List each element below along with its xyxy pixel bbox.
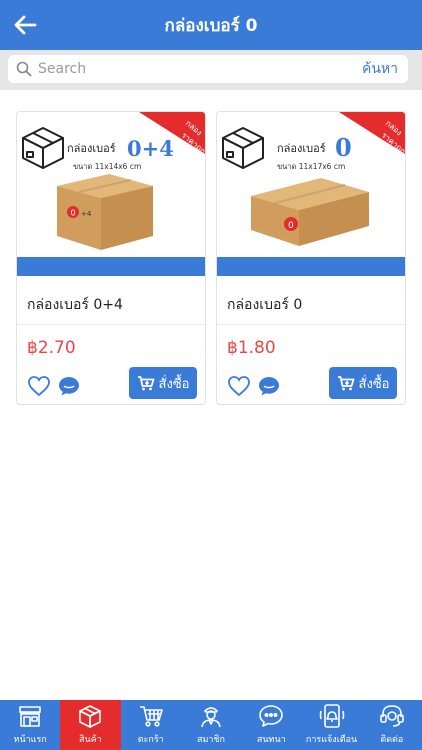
nav-label: ตะกร้า — [137, 735, 164, 745]
product-card[interactable]: กล่อง ราคาถูก กล่องเบอร์ 0+4 ขนาด 11x14x… — [16, 111, 206, 405]
cart-plus-icon — [337, 376, 354, 391]
product-image[interactable]: กล่อง ราคาถูก กล่องเบอร์ 0+4 ขนาด 11x14x… — [17, 112, 205, 257]
order-button-label: สั่งซื้อ — [358, 376, 390, 392]
nav-label: ติดต่อ — [380, 735, 404, 745]
image-strip — [17, 257, 205, 276]
chat-button[interactable] — [257, 374, 281, 398]
chat-icon — [258, 703, 284, 729]
heart-icon — [28, 376, 50, 397]
product-name[interactable]: กล่องเบอร์ 0 — [227, 294, 302, 316]
image-size-text: ขนาด 11x17x6 cm — [277, 162, 345, 171]
search-icon — [16, 61, 32, 77]
nav-label: สนทนา — [256, 735, 286, 745]
product-image[interactable]: กล่อง ราคาถูก กล่องเบอร์ 0 ขนาด 11x17x6 … — [217, 112, 405, 257]
image-strip — [217, 257, 405, 276]
nav-contact[interactable]: ติดต่อ — [362, 700, 422, 750]
app-header: กล่องเบอร์ 0 — [0, 0, 422, 50]
image-brand-text: กล่องเบอร์ — [277, 142, 326, 155]
nav-label: สมาชิก — [196, 735, 225, 745]
chat-bubble-icon — [59, 377, 79, 396]
box-outline-icon — [222, 127, 264, 169]
cardboard-box-image — [251, 178, 369, 246]
nav-cart[interactable]: ตะกร้า — [121, 700, 181, 750]
image-box-number: 0+4 — [127, 136, 174, 161]
nav-home[interactable]: หน้าแรก — [0, 700, 60, 750]
storefront-icon — [17, 703, 43, 729]
member-icon — [198, 703, 224, 729]
order-button-label: สั่งซื้อ — [158, 376, 190, 392]
search-button[interactable]: ค้นหา — [362, 58, 398, 80]
favorite-button[interactable] — [227, 375, 251, 397]
cart-plus-icon — [137, 376, 154, 391]
notification-icon — [319, 703, 345, 729]
back-button[interactable] — [8, 9, 42, 41]
order-button[interactable]: สั่งซื้อ — [329, 367, 397, 399]
box-outline-icon — [22, 127, 64, 169]
product-card[interactable]: กล่อง ราคาถูก กล่องเบอร์ 0 ขนาด 11x17x6 … — [216, 111, 406, 405]
divider — [17, 324, 205, 325]
product-name[interactable]: กล่องเบอร์ 0+4 — [27, 294, 123, 316]
bottom-nav: หน้าแรก สินค้า ตะกร้า สมาชิก สนทนา การแจ… — [0, 700, 422, 750]
box-label-number: 0 — [288, 221, 294, 231]
box-label-number: 0 — [71, 209, 76, 218]
nav-label: สินค้า — [79, 735, 102, 745]
image-size-text: ขนาด 11x14x6 cm — [73, 162, 141, 171]
favorite-button[interactable] — [27, 375, 51, 397]
divider — [217, 324, 405, 325]
image-brand-text: กล่องเบอร์ — [67, 142, 116, 155]
box-icon — [77, 703, 103, 729]
back-arrow-icon — [14, 15, 37, 35]
chat-bubble-icon — [259, 377, 279, 396]
search-input[interactable] — [38, 61, 362, 77]
nav-products[interactable]: สินค้า — [60, 700, 121, 750]
nav-label: การแจ้งเตือน — [305, 735, 358, 745]
page-title: กล่องเบอร์ 0 — [164, 15, 258, 36]
cart-icon — [138, 703, 164, 729]
search-bar: ค้นหา — [8, 55, 408, 83]
heart-icon — [228, 376, 250, 397]
chat-button[interactable] — [57, 374, 81, 398]
nav-member[interactable]: สมาชิก — [181, 700, 241, 750]
nav-notifications[interactable]: การแจ้งเตือน — [301, 700, 361, 750]
headset-icon — [379, 703, 405, 729]
box-label-suffix: +4 — [81, 210, 92, 218]
image-box-number: 0 — [335, 133, 352, 162]
product-price: ฿1.80 — [227, 338, 276, 358]
nav-label: หน้าแรก — [13, 735, 47, 745]
order-button[interactable]: สั่งซื้อ — [129, 367, 197, 399]
search-area: ค้นหา — [0, 50, 422, 90]
product-price: ฿2.70 — [27, 338, 76, 358]
nav-chat[interactable]: สนทนา — [241, 700, 301, 750]
